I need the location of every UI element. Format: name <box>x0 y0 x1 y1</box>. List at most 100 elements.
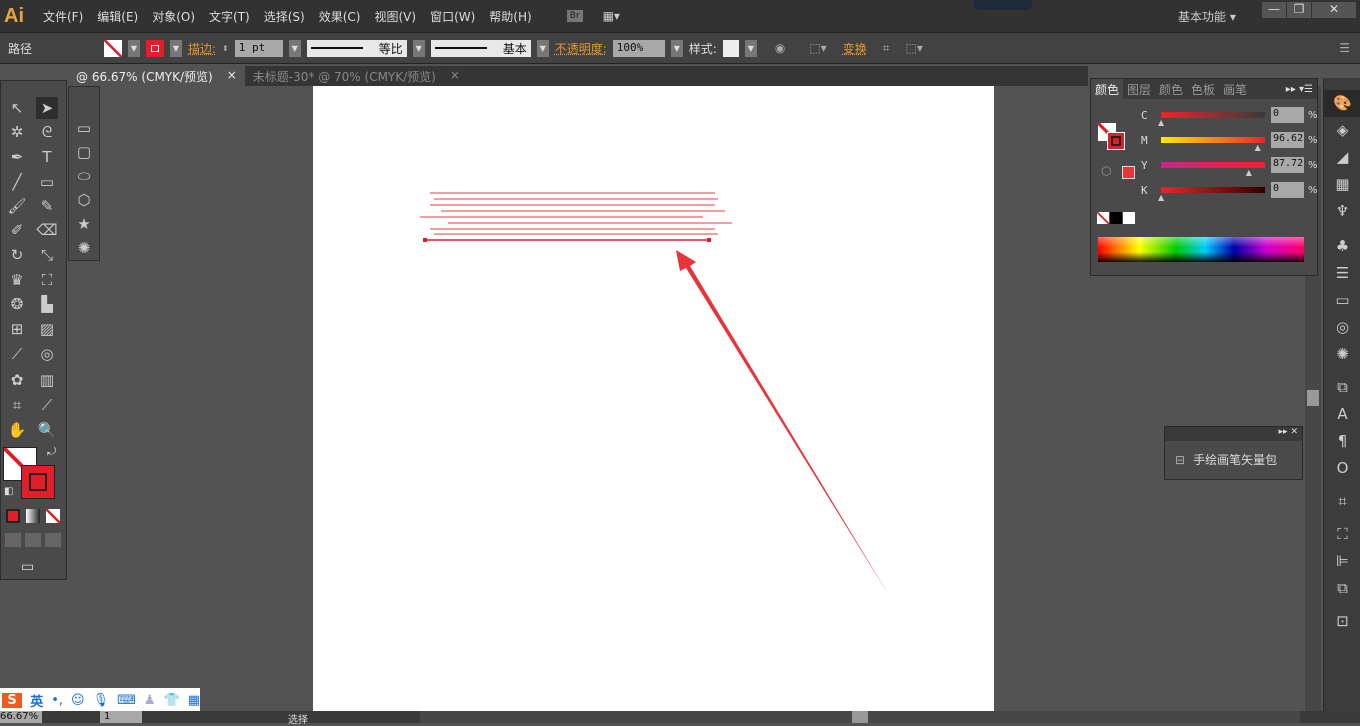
align-panel-icon[interactable]: ⊫ <box>1324 548 1360 575</box>
anchor-point[interactable] <box>423 238 427 242</box>
draw-behind-icon[interactable] <box>25 533 41 547</box>
slider-m[interactable]: M ▲ 96.62% <box>1141 132 1318 152</box>
arrange-documents-icon[interactable]: ▦▾ <box>603 9 620 23</box>
channel-value[interactable]: 0 <box>1271 182 1304 198</box>
character-icon[interactable]: A <box>1324 401 1360 428</box>
slice-tool-icon[interactable]: ⟋ <box>36 394 58 416</box>
stroke-label[interactable]: 描边: <box>188 40 216 57</box>
style-swatch[interactable] <box>722 39 739 57</box>
color-spectrum[interactable] <box>1098 237 1304 262</box>
tab-close-icon[interactable]: × <box>450 68 460 84</box>
red-arrow[interactable] <box>676 250 890 597</box>
brush-definition[interactable]: 基本 <box>430 39 531 57</box>
skin-icon[interactable]: 👕 <box>164 693 180 708</box>
hand-tool-icon[interactable]: ✋ <box>6 419 28 441</box>
gradient-panel-icon[interactable]: ▭ <box>1324 287 1360 314</box>
sogou-logo-icon[interactable]: S <box>2 692 23 708</box>
artboards-icon[interactable]: ⛶ <box>1324 521 1360 548</box>
recolor-icon[interactable]: ◉ <box>775 41 785 55</box>
current-color-swatch[interactable] <box>1122 166 1135 179</box>
menu-object[interactable]: 对象(O) <box>145 8 202 25</box>
rounded-rectangle-icon[interactable]: ▢ <box>73 141 95 163</box>
color-guide-icon[interactable]: ◢ <box>1324 144 1360 171</box>
scroll-thumb[interactable] <box>1307 390 1319 406</box>
menu-type[interactable]: 文字(T) <box>202 8 257 25</box>
collapse-icon[interactable]: ▸▸ <box>1279 427 1288 437</box>
magic-wand-icon[interactable]: ✲ <box>6 121 28 143</box>
rotate-icon[interactable]: ↻ <box>6 244 28 266</box>
color-mode-icon[interactable] <box>6 509 20 523</box>
slider-thumb[interactable]: ▲ <box>1158 118 1164 127</box>
eraser-icon[interactable]: ⌫ <box>36 219 58 241</box>
minimize-button[interactable]: — <box>1262 2 1286 18</box>
stroke-weight-dropdown[interactable]: ▼ <box>288 39 301 57</box>
variable-width-profile[interactable]: 等比 <box>306 39 407 57</box>
channel-value[interactable]: 96.62 <box>1271 132 1304 148</box>
eyedropper-icon[interactable]: ⟋ <box>6 343 28 365</box>
perspective-grid-icon[interactable]: ▙ <box>36 293 58 315</box>
channel-value[interactable]: 87.72 <box>1271 157 1304 173</box>
user-icon[interactable]: ♟ <box>144 693 156 708</box>
page-field[interactable]: 1 <box>100 711 142 723</box>
layers-icon[interactable]: ◈ <box>1324 117 1360 144</box>
tab-swatches[interactable]: 色板 <box>1187 79 1219 100</box>
stroke-weight-input[interactable]: 1 pt <box>234 39 283 57</box>
select-similar-icon[interactable]: ⬚▾ <box>905 41 922 55</box>
menu-help[interactable]: 帮助(H) <box>482 8 538 25</box>
artboard[interactable] <box>313 86 994 712</box>
swatches-icon[interactable]: ▦ <box>1324 171 1360 198</box>
stroke-stepper[interactable]: ⬍ <box>222 44 229 53</box>
symbols-icon[interactable]: ♣ <box>1324 233 1360 260</box>
hatch-lines[interactable] <box>420 192 732 242</box>
transform-panel-icon[interactable]: ⌗ <box>1324 488 1360 515</box>
pencil-icon[interactable]: ✎ <box>36 195 58 217</box>
opacity-input[interactable]: 100% <box>612 39 665 57</box>
workspace-switcher[interactable]: 基本功能 ▾ <box>1178 8 1236 25</box>
slider-track[interactable]: ▲ <box>1158 112 1265 127</box>
graph-tool-icon[interactable]: ▥ <box>36 369 58 391</box>
line-tool-icon[interactable]: ╱ <box>6 171 28 193</box>
swap-colors-icon[interactable]: ⤾ <box>47 445 56 459</box>
ime-punct[interactable]: •, <box>51 693 63 708</box>
tab-document-2[interactable]: 未标题-30* @ 70% (CMYK/预览) × <box>245 66 468 86</box>
fill-dropdown-icon[interactable]: ▼ <box>128 39 140 57</box>
blend-icon[interactable]: ◎ <box>36 343 58 365</box>
tab-close-icon[interactable]: × <box>227 68 237 84</box>
gradient-icon[interactable]: ▨ <box>36 318 58 340</box>
flare-icon[interactable]: ✺ <box>73 237 95 259</box>
close-button[interactable]: ✕ <box>1312 2 1356 18</box>
tab-layers[interactable]: 图层 <box>1123 79 1155 100</box>
brush-library-item[interactable]: ⊟ 手绘画笔矢量包 <box>1165 441 1302 468</box>
stroke-panel-icon[interactable]: ☰ <box>1324 260 1360 287</box>
color-panel-icon[interactable]: 🎨 <box>1324 90 1360 117</box>
polygon-icon[interactable]: ⬡ <box>73 189 95 211</box>
keyboard-icon[interactable]: ⌨ <box>117 693 136 708</box>
blob-brush-icon[interactable]: ✐ <box>6 219 28 241</box>
stroke-dropdown-icon[interactable]: ▼ <box>170 39 182 57</box>
type-tool-icon[interactable]: T <box>36 146 58 168</box>
close-panel-icon[interactable]: ✕ <box>1290 427 1298 437</box>
stroke-color-box[interactable] <box>21 465 55 499</box>
gradient-mode-icon[interactable] <box>26 509 40 523</box>
zoom-field[interactable]: 66.67% <box>0 711 42 723</box>
draw-normal-icon[interactable] <box>5 533 21 547</box>
slider-track[interactable]: ▲ <box>1158 187 1265 202</box>
selection-tool-icon[interactable]: ↖ <box>6 97 28 119</box>
menu-file[interactable]: 文件(F) <box>36 8 90 25</box>
brush-dropdown[interactable]: ▼ <box>536 39 549 57</box>
anchor-point[interactable] <box>707 238 711 242</box>
align-icon[interactable]: ⬚▾ <box>809 41 826 55</box>
slider-thumb[interactable]: ▲ <box>1255 143 1261 152</box>
isolate-icon[interactable]: ⌗ <box>883 41 890 56</box>
slider-k[interactable]: K ▲ 0% <box>1141 182 1318 202</box>
ime-language[interactable]: 英 <box>30 691 43 710</box>
tab-document-1[interactable]: @ 66.67% (CMYK/预览) × <box>68 66 245 86</box>
opentype-icon[interactable]: O <box>1324 455 1360 482</box>
white-swatch[interactable] <box>1123 212 1135 224</box>
pathfinder-panel-icon[interactable]: ⧉ <box>1324 575 1360 602</box>
free-transform-icon[interactable]: ⛶ <box>36 269 58 291</box>
brushes-icon[interactable]: ♆ <box>1324 198 1360 225</box>
appearance-icon[interactable]: ✺ <box>1324 341 1360 368</box>
star-icon[interactable]: ★ <box>73 213 95 235</box>
slider-track[interactable]: ▲ <box>1161 162 1265 177</box>
